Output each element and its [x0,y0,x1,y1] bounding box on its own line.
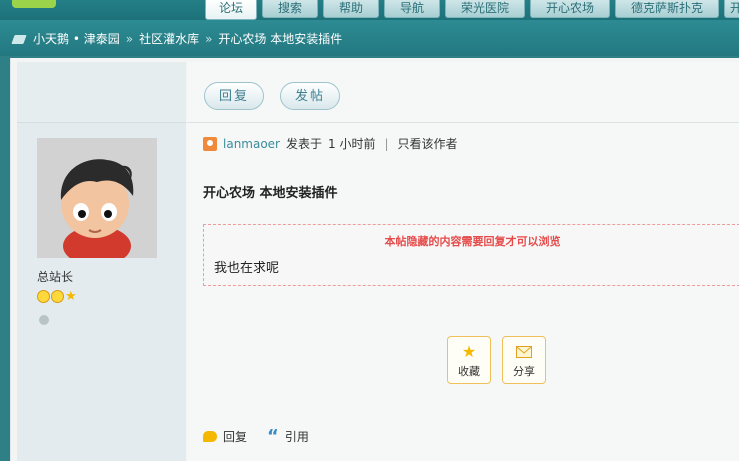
user-icon [203,136,217,151]
top-nav-bar: 论坛 搜索 帮助 导航 荣光医院 开心农场 德克萨斯扑克 开 [0,0,739,20]
rank-stars: ★ [37,290,77,303]
star-icon: ★ [461,342,477,361]
nav-tabs: 论坛 搜索 帮助 导航 荣光医院 开心农场 德克萨斯扑克 开 [205,0,739,20]
breadcrumb-item-board[interactable]: 社区灌水库 [139,30,199,47]
share-label: 分享 [513,365,535,378]
post-toolbar: 回复 发帖 [187,62,739,123]
tab-hospital[interactable]: 荣光医院 [445,0,525,18]
reply-button[interactable]: 回复 [204,82,264,110]
breadcrumb: 小天鹅 • 津泰园 » 社区灌水库 » 开心农场 本地安装插件 [13,30,342,47]
reply-action-label: 回复 [223,430,248,444]
share-button[interactable]: 分享 [502,336,546,384]
breadcrumb-item-thread[interactable]: 开心农场 本地安装插件 [218,30,342,47]
breadcrumb-bar: 小天鹅 • 津泰园 » 社区灌水库 » 开心农场 本地安装插件 [0,20,739,56]
posted-label: 发表于 [286,137,323,151]
tab-guide[interactable]: 导航 [384,0,440,18]
breadcrumb-separator: » [125,31,134,46]
home-icon[interactable] [13,33,27,44]
post-time: 1 小时前 [328,137,376,151]
favorite-button[interactable]: ★ 收藏 [447,336,491,384]
avatar[interactable] [37,138,157,258]
sun-icon [51,290,64,303]
new-post-button[interactable]: 发帖 [280,82,340,110]
star-icon: ★ [65,289,77,304]
site-logo[interactable] [12,0,56,8]
post-body: 我也在求呢 [214,261,280,276]
user-rank: 总站长 [37,270,74,284]
quote-action-label: 引用 [284,430,309,444]
favorite-label: 收藏 [458,365,480,378]
sun-icon [37,290,50,303]
speech-bubble-icon [203,431,217,442]
quote-icon: “ [267,425,279,447]
hidden-content-box: 本帖隐藏的内容需要回复才可以浏览 我也在求呢 [203,224,739,286]
tab-help[interactable]: 帮助 [323,0,379,18]
tab-texas-poker[interactable]: 德克萨斯扑克 [615,0,719,18]
envelope-icon [503,342,545,362]
tab-forum[interactable]: 论坛 [205,0,257,20]
post-container: 总站长 ★ 回复 发帖 lanmaoer 发表于 1 小时前 | 只看该作者 开… [17,62,739,461]
only-author-link[interactable]: 只看该作者 [398,135,458,152]
post-main: 回复 发帖 lanmaoer 发表于 1 小时前 | 只看该作者 开心农场 本地… [187,62,739,461]
breadcrumb-separator: » [205,31,213,46]
breadcrumb-item-site[interactable]: 小天鹅 • 津泰园 [33,30,120,47]
reply-action[interactable]: 回复 [203,428,247,445]
medal-icon[interactable] [39,315,49,325]
user-sidebar: 总站长 ★ [17,62,186,461]
thread-page: 总站长 ★ 回复 发帖 lanmaoer 发表于 1 小时前 | 只看该作者 开… [10,58,739,461]
tab-happy-farm[interactable]: 开心农场 [530,0,610,18]
tab-more[interactable]: 开 [724,0,739,18]
hidden-content-notice: 本帖隐藏的内容需要回复才可以浏览 [384,235,561,248]
post-author[interactable]: lanmaoer [223,137,280,151]
avatar-image [37,138,157,258]
quote-action[interactable]: “ 引用 [267,425,309,447]
post-meta: lanmaoer 发表于 1 小时前 | 只看该作者 [203,135,458,152]
sidebar-header [17,62,186,123]
meta-divider: | [384,136,389,151]
tab-search[interactable]: 搜索 [262,0,318,18]
post-title: 开心农场 本地安装插件 [203,186,338,201]
